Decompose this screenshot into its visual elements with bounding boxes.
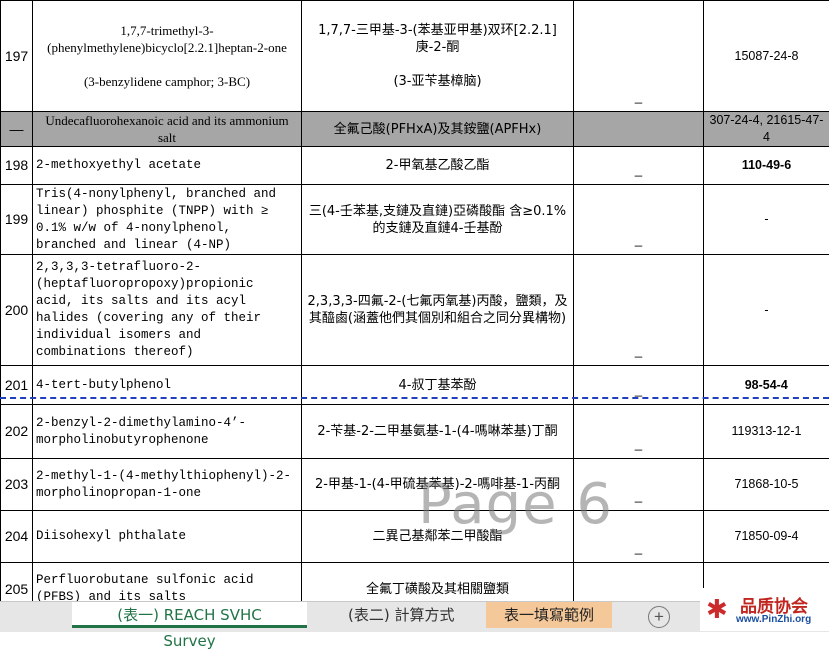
substance-english-cell[interactable]: Perfluorobutane sulfonic acid (PFBS) and…: [33, 563, 302, 602]
tab-calculation-method[interactable]: (表二) 計算方式: [330, 602, 472, 628]
page-break-line: [0, 397, 829, 399]
substance-english-cell[interactable]: 2-methyl-1-(4-methylthiophenyl)-2-morpho…: [33, 459, 302, 511]
ec-number-cell[interactable]: _: [574, 1, 704, 112]
cas-number-cell[interactable]: 15087-24-8: [704, 1, 829, 112]
row-number-cell[interactable]: 203: [1, 459, 33, 511]
table-row: 1982-methoxyethyl acetate2-甲氧基乙酸乙酯_110-4…: [1, 147, 829, 185]
substance-chinese-cell[interactable]: 全氟丁磺酸及其相關鹽類: [302, 563, 574, 602]
cas-number-cell[interactable]: -: [704, 185, 829, 255]
row-number-cell[interactable]: 197: [1, 1, 33, 112]
table-row: 2022-benzyl-2-dimethylamino-4’-morpholin…: [1, 405, 829, 459]
add-sheet-icon[interactable]: +: [648, 606, 670, 628]
substance-english-cell[interactable]: 2,3,3,3-tetrafluoro-2-(heptafluoropropox…: [33, 255, 302, 366]
row-number-cell[interactable]: 204: [1, 511, 33, 563]
table-row: 1971,7,7-trimethyl-3-(phenylmethylene)bi…: [1, 1, 829, 112]
substance-chinese-cell[interactable]: 全氟己酸(PFHxA)及其銨鹽(APFHx): [302, 112, 574, 147]
spreadsheet-grid[interactable]: 1971,7,7-trimethyl-3-(phenylmethylene)bi…: [0, 0, 829, 601]
ec-number-cell[interactable]: _: [574, 255, 704, 366]
table-row: —Undecafluorohexanoic acid and its ammon…: [1, 112, 829, 147]
substance-english-cell[interactable]: 2-methoxyethyl acetate: [33, 147, 302, 185]
row-number-cell[interactable]: 205: [1, 563, 33, 602]
cas-number-cell[interactable]: 119313-12-1: [704, 405, 829, 459]
substance-english-cell[interactable]: Diisohexyl phthalate: [33, 511, 302, 563]
substance-english-cell[interactable]: 2-benzyl-2-dimethylamino-4’-morpholinobu…: [33, 405, 302, 459]
ec-number-cell[interactable]: [574, 112, 704, 147]
ec-number-cell[interactable]: _: [574, 185, 704, 255]
logo-url: www.PinZhi.org: [736, 614, 811, 625]
tab-reach-svhc-survey[interactable]: (表一) REACH SVHC Survey: [72, 602, 307, 628]
row-number-cell[interactable]: 202: [1, 405, 33, 459]
table-row: 2002,3,3,3-tetrafluoro-2-(heptafluoropro…: [1, 255, 829, 366]
logo: ✱ 品质协会 www.PinZhi.org: [700, 588, 829, 631]
cas-number-cell[interactable]: 110-49-6: [704, 147, 829, 185]
ec-number-cell[interactable]: _: [574, 147, 704, 185]
substance-chinese-cell[interactable]: 1,7,7-三甲基-3-(苯基亚甲基)双环[2.2.1]庚-2-酮 (3-亚苄基…: [302, 1, 574, 112]
substance-english-cell[interactable]: Undecafluorohexanoic acid and its ammoni…: [33, 112, 302, 147]
row-number-cell[interactable]: 199: [1, 185, 33, 255]
cas-number-cell[interactable]: 307-24-4, 21615-47-4: [704, 112, 829, 147]
substance-chinese-cell[interactable]: 2,3,3,3-四氟-2-(七氟丙氧基)丙酸，鹽類，及其醯鹵(涵蓋他們其個別和組…: [302, 255, 574, 366]
svhc-table: 1971,7,7-trimethyl-3-(phenylmethylene)bi…: [0, 0, 829, 601]
page-watermark: Page 6: [418, 472, 613, 537]
table-row: 199Tris(4-nonylphenyl, branched and line…: [1, 185, 829, 255]
tab-fill-example[interactable]: 表一填寫範例: [486, 602, 612, 628]
substance-english-cell[interactable]: 1,7,7-trimethyl-3-(phenylmethylene)bicyc…: [33, 1, 302, 112]
substance-chinese-cell[interactable]: 三(4-壬苯基,支鏈及直鏈)亞磷酸酯 含≥0.1%的支鏈及直鏈4-壬基酚: [302, 185, 574, 255]
row-number-cell[interactable]: 198: [1, 147, 33, 185]
substance-english-cell[interactable]: Tris(4-nonylphenyl, branched and linear)…: [33, 185, 302, 255]
row-number-cell[interactable]: —: [1, 112, 33, 147]
ec-number-cell[interactable]: _: [574, 405, 704, 459]
row-number-cell[interactable]: 200: [1, 255, 33, 366]
ec-number-cell[interactable]: _: [574, 563, 704, 602]
table-row: 2032-methyl-1-(4-methylthiophenyl)-2-mor…: [1, 459, 829, 511]
cas-number-cell[interactable]: -: [704, 255, 829, 366]
cas-number-cell[interactable]: 71850-09-4: [704, 511, 829, 563]
substance-chinese-cell[interactable]: 2-苄基-2-二甲基氨基-1-(4-嗎啉苯基)丁酮: [302, 405, 574, 459]
cas-number-cell[interactable]: 71868-10-5: [704, 459, 829, 511]
table-row: 204Diisohexyl phthalate二異己基鄰苯二甲酸酯_71850-…: [1, 511, 829, 563]
substance-chinese-cell[interactable]: 2-甲氧基乙酸乙酯: [302, 147, 574, 185]
logo-mark-icon: ✱: [706, 594, 728, 625]
